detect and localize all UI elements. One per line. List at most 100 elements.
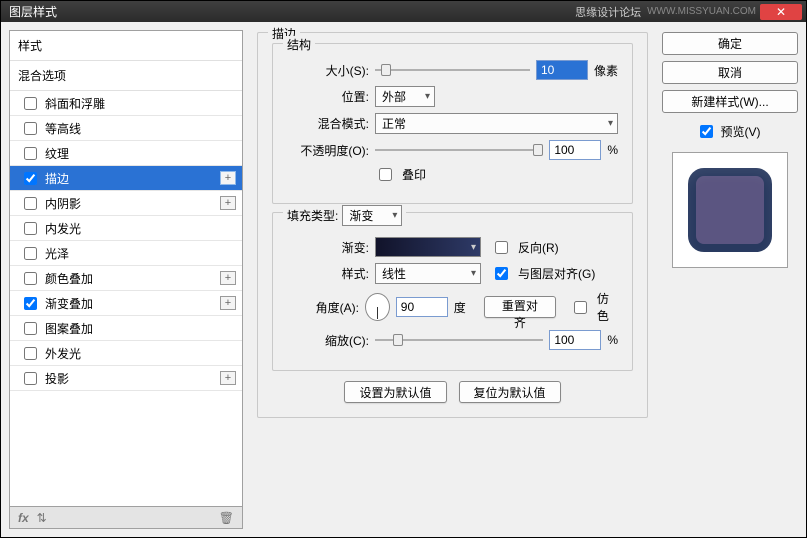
style-row-6[interactable]: 光泽 xyxy=(10,241,242,266)
style-label: 图案叠加 xyxy=(45,320,236,337)
set-default-button[interactable]: 设置为默认值 xyxy=(344,381,446,403)
style-label: 斜面和浮雕 xyxy=(45,95,236,112)
add-effect-icon[interactable]: + xyxy=(220,196,236,210)
grad-style-select[interactable]: 线性 xyxy=(375,263,481,284)
size-slider[interactable] xyxy=(375,64,530,76)
scale-slider[interactable] xyxy=(375,334,543,346)
position-select[interactable]: 外部 xyxy=(375,86,435,107)
style-checkbox[interactable] xyxy=(24,347,37,360)
reverse-label: 反向(R) xyxy=(518,239,559,256)
brand-text: 思缘设计论坛 xyxy=(575,4,641,20)
style-checkbox[interactable] xyxy=(24,297,37,310)
style-checkbox[interactable] xyxy=(24,122,37,135)
style-row-9[interactable]: 图案叠加 xyxy=(10,316,242,341)
fill-type-select[interactable]: 渐变 xyxy=(342,205,402,226)
ok-button[interactable]: 确定 xyxy=(662,32,798,55)
add-effect-icon[interactable]: + xyxy=(220,271,236,285)
cancel-button[interactable]: 取消 xyxy=(662,61,798,84)
style-checkbox[interactable] xyxy=(24,272,37,285)
opacity-input[interactable] xyxy=(549,140,601,160)
gradient-picker[interactable] xyxy=(375,237,481,257)
reverse-checkbox[interactable] xyxy=(495,241,508,254)
fx-icon[interactable]: fx xyxy=(18,511,29,525)
style-row-1[interactable]: 等高线 xyxy=(10,116,242,141)
add-effect-icon[interactable]: + xyxy=(220,171,236,185)
overprint-label: 叠印 xyxy=(402,166,426,183)
style-checkbox[interactable] xyxy=(24,222,37,235)
angle-input[interactable] xyxy=(396,297,448,317)
grad-style-label: 样式: xyxy=(287,265,369,282)
style-label: 渐变叠加 xyxy=(45,295,220,312)
style-label: 光泽 xyxy=(45,245,236,262)
window-title: 图层样式 xyxy=(5,3,575,20)
gradient-label: 渐变: xyxy=(287,239,369,256)
overprint-checkbox[interactable] xyxy=(379,168,392,181)
styles-panel: 样式 混合选项 斜面和浮雕等高线纹理描边+内阴影+内发光光泽颜色叠加+渐变叠加+… xyxy=(9,30,243,529)
blend-mode-label: 混合模式: xyxy=(287,115,369,132)
fill-group: 填充类型: 渐变 渐变: 反向(R) 样式: 线性 与图层对齐(G) xyxy=(272,212,633,371)
layer-style-dialog: 图层样式 思缘设计论坛 WWW.MISSYUAN.COM ✕ 样式 混合选项 斜… xyxy=(0,0,807,538)
opacity-slider[interactable] xyxy=(375,144,543,156)
style-checkbox[interactable] xyxy=(24,372,37,385)
opacity-unit: % xyxy=(607,143,618,157)
size-label: 大小(S): xyxy=(287,62,369,79)
preview-checkbox[interactable] xyxy=(700,125,713,138)
new-style-button[interactable]: 新建样式(W)... xyxy=(662,90,798,113)
style-row-4[interactable]: 内阴影+ xyxy=(10,191,242,216)
chevron-up-down-icon[interactable]: ⇅ xyxy=(37,511,47,525)
blending-options[interactable]: 混合选项 xyxy=(10,61,242,91)
blend-mode-select[interactable]: 正常 xyxy=(375,113,618,134)
close-button[interactable]: ✕ xyxy=(760,4,802,20)
size-input[interactable] xyxy=(536,60,588,80)
size-unit: 像素 xyxy=(594,62,618,79)
fill-type-label: 填充类型: xyxy=(287,207,338,224)
style-row-2[interactable]: 纹理 xyxy=(10,141,242,166)
style-label: 外发光 xyxy=(45,345,236,362)
align-label: 与图层对齐(G) xyxy=(518,265,595,282)
style-checkbox[interactable] xyxy=(24,97,37,110)
style-label: 内阴影 xyxy=(45,195,220,212)
angle-dial[interactable] xyxy=(365,293,390,321)
opacity-label: 不透明度(O): xyxy=(287,142,369,159)
style-label: 颜色叠加 xyxy=(45,270,220,287)
reset-align-button[interactable]: 重置对齐 xyxy=(484,296,556,318)
add-effect-icon[interactable]: + xyxy=(220,296,236,310)
scale-label: 缩放(C): xyxy=(287,332,369,349)
preview-box xyxy=(672,152,788,268)
stroke-group: 描边 结构 大小(S): 像素 位置: 外部 混合模式: xyxy=(257,32,648,418)
scale-unit: % xyxy=(607,333,618,347)
align-checkbox[interactable] xyxy=(495,267,508,280)
style-row-3[interactable]: 描边+ xyxy=(10,166,242,191)
style-row-10[interactable]: 外发光 xyxy=(10,341,242,366)
style-checkbox[interactable] xyxy=(24,247,37,260)
styles-header[interactable]: 样式 xyxy=(10,31,242,61)
preview-swatch xyxy=(688,168,772,252)
angle-label: 角度(A): xyxy=(287,299,359,316)
style-label: 等高线 xyxy=(45,120,236,137)
styles-footer: fx ⇅ 🗑 xyxy=(9,507,243,529)
add-effect-icon[interactable]: + xyxy=(220,371,236,385)
angle-unit: 度 xyxy=(454,299,466,316)
preview-label: 预览(V) xyxy=(721,123,761,140)
style-row-0[interactable]: 斜面和浮雕 xyxy=(10,91,242,116)
action-panel: 确定 取消 新建样式(W)... 预览(V) xyxy=(662,30,798,529)
structure-group: 结构 大小(S): 像素 位置: 外部 混合模式: 正常 xyxy=(272,43,633,204)
style-checkbox[interactable] xyxy=(24,322,37,335)
style-row-8[interactable]: 渐变叠加+ xyxy=(10,291,242,316)
style-row-11[interactable]: 投影+ xyxy=(10,366,242,391)
trash-icon[interactable]: 🗑 xyxy=(219,511,234,525)
dither-label: 仿色 xyxy=(597,290,618,324)
style-label: 内发光 xyxy=(45,220,236,237)
watermark: WWW.MISSYUAN.COM xyxy=(647,6,756,17)
style-row-7[interactable]: 颜色叠加+ xyxy=(10,266,242,291)
style-row-5[interactable]: 内发光 xyxy=(10,216,242,241)
scale-input[interactable] xyxy=(549,330,601,350)
style-label: 描边 xyxy=(45,170,220,187)
style-label: 纹理 xyxy=(45,145,236,162)
style-checkbox[interactable] xyxy=(24,172,37,185)
dither-checkbox[interactable] xyxy=(574,301,587,314)
style-checkbox[interactable] xyxy=(24,147,37,160)
reset-default-button[interactable]: 复位为默认值 xyxy=(459,381,561,403)
style-checkbox[interactable] xyxy=(24,197,37,210)
titlebar: 图层样式 思缘设计论坛 WWW.MISSYUAN.COM ✕ xyxy=(1,1,806,22)
